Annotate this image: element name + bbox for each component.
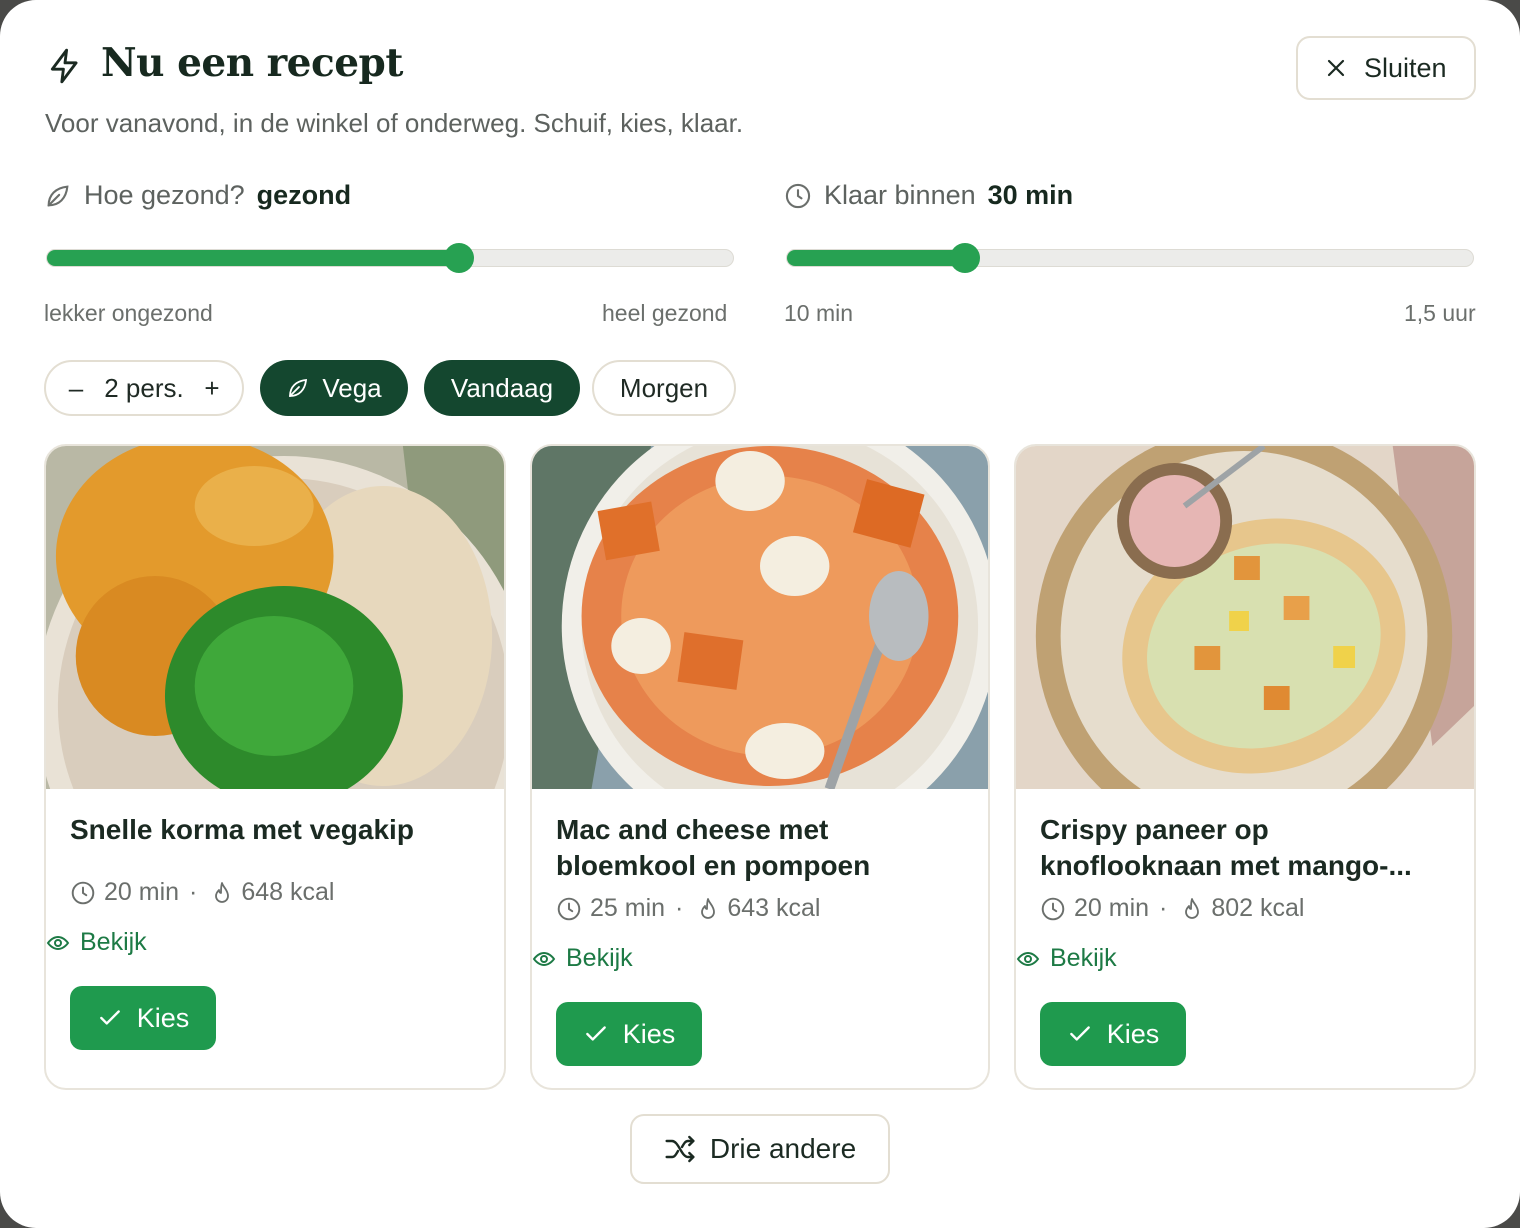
close-icon [1327,59,1345,77]
check-icon [99,1010,120,1025]
leaf-icon [47,184,69,206]
shuffle-label: Drie andere [709,1133,857,1164]
recipe-title: Mac and cheese met bloemkool en pompoen [556,814,871,881]
close-label: Sluiten [1364,52,1447,83]
time-max-label: 1,5 uur [1404,300,1476,326]
health-min-label: lekker ongezond [44,300,213,326]
close-button[interactable]: Sluiten [1296,36,1476,100]
today-chip[interactable]: Vandaag [424,360,580,416]
check-icon [585,1026,606,1041]
increase-persons-button[interactable]: + [202,373,222,404]
shuffle-icon [665,1135,695,1163]
recipe-time: 20 min [104,878,180,906]
recipe-meta: 20 min · 802 kcal [1040,894,1305,923]
recipe-meta: 25 min · 643 kcal [556,894,821,923]
view-label: Bekijk [1050,944,1117,972]
time-value: 30 min [987,180,1074,210]
recipe-card: Crispy paneer op knoflooknaan met mango-… [1014,444,1476,1090]
check-icon [1069,1026,1090,1041]
time-min-label: 10 min [784,300,854,326]
flame-icon [215,881,230,903]
health-slider-label: Hoe gezond? gezond [44,180,351,211]
vega-label: Vega [322,372,382,403]
health-slider-fill [47,250,459,266]
recipe-image[interactable] [532,446,988,789]
clock-icon [785,183,811,208]
recipe-title: Crispy paneer op knoflooknaan met mango-… [1040,814,1412,881]
decrease-persons-button[interactable]: – [66,373,86,404]
meta-separator: · [189,878,198,906]
meta-separator: · [1159,894,1168,922]
health-slider-thumb[interactable] [443,243,474,273]
clock-icon [1041,897,1065,920]
recipe-kcal: 802 kcal [1211,894,1305,922]
tomorrow-chip[interactable]: Morgen [592,360,736,416]
modal-title: Nu een recept [101,40,403,86]
clock-icon [557,897,581,920]
vega-chip[interactable]: Vega [260,360,408,416]
recipe-kcal: 648 kcal [241,878,335,906]
choose-button[interactable]: Kies [556,1002,702,1066]
view-recipe-link[interactable]: Bekijk [1016,944,1117,973]
recipe-image[interactable] [46,446,504,789]
recipe-card: Mac and cheese met bloemkool en pompoen … [530,444,990,1090]
clock-icon [71,881,95,904]
health-max-label: heel gezond [602,300,728,326]
shuffle-button[interactable]: Drie andere [630,1114,890,1184]
today-label: Vandaag [450,372,554,403]
recipe-modal: Nu een recept Voor vanavond, in de winke… [0,0,1520,1228]
persons-value: 2 pers. [104,372,184,403]
tomorrow-label: Morgen [619,372,709,403]
view-recipe-link[interactable]: Bekijk [532,944,633,973]
recipe-card: Snelle korma met vegakip 20 min · 648 kc… [44,444,506,1090]
modal-subtitle: Voor vanavond, in de winkel of onderweg.… [45,108,744,138]
eye-icon [1016,951,1040,966]
choose-label: Kies [622,1018,676,1049]
choose-label: Kies [1106,1018,1160,1049]
persons-stepper: – 2 pers. + [44,360,244,416]
time-slider-label: Klaar binnen 30 min [784,180,1073,211]
time-slider-fill [787,250,966,266]
meta-separator: · [675,894,684,922]
choose-button[interactable]: Kies [70,986,216,1050]
flame-icon [701,897,716,919]
recipe-time: 25 min [590,894,666,922]
time-slider-thumb[interactable] [950,243,981,273]
time-slider-track[interactable] [786,243,1474,273]
eye-icon [532,951,556,966]
lightning-icon [50,48,78,84]
leaf-icon [289,378,308,397]
choose-label: Kies [136,1002,190,1033]
view-label: Bekijk [80,928,147,956]
recipe-image[interactable] [1016,446,1474,789]
health-label: Hoe gezond? [84,180,245,210]
recipe-kcal: 643 kcal [727,894,821,922]
time-label: Klaar binnen [824,180,976,210]
health-slider-track[interactable] [46,243,734,273]
recipe-title: Snelle korma met vegakip [70,814,414,845]
view-recipe-link[interactable]: Bekijk [46,928,147,957]
recipe-meta: 20 min · 648 kcal [70,878,335,907]
eye-icon [46,935,70,950]
recipe-time: 20 min [1074,894,1150,922]
choose-button[interactable]: Kies [1040,1002,1186,1066]
flame-icon [1185,897,1200,919]
view-label: Bekijk [566,944,633,972]
health-value: gezond [256,180,352,210]
